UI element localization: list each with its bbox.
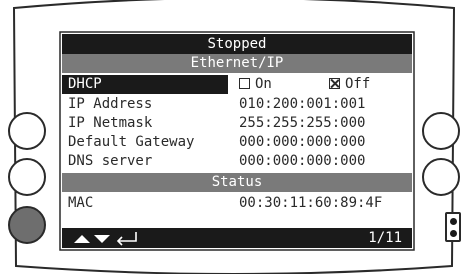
ip-netmask-row[interactable]: IP Netmask 255:255:255:000 <box>62 114 412 133</box>
up-arrow-icon[interactable] <box>74 235 90 243</box>
mac-row: MAC 00:30:11:60:89:4F <box>62 194 412 213</box>
enter-icon[interactable] <box>116 232 137 246</box>
default-gateway-row[interactable]: Default Gateway 000:000:000:000 <box>62 133 412 152</box>
status-title: Stopped <box>62 34 412 54</box>
section-ethernet: Ethernet/IP <box>62 54 412 73</box>
dhcp-on-option[interactable]: On <box>239 75 272 94</box>
ip-address-label: IP Address <box>68 96 153 112</box>
mac-label: MAC <box>68 195 94 211</box>
dns-server-label: DNS server <box>68 153 153 169</box>
footer-bar: 1/11 <box>62 228 412 248</box>
lcd-screen: Stopped Ethernet/IP DHCP On Off IP Addre… <box>62 34 412 248</box>
right-button-middle[interactable] <box>422 158 460 196</box>
dns-server-row[interactable]: DNS server 000:000:000:000 <box>62 152 412 171</box>
dns-server-value: 000:000:000:000 <box>239 153 366 169</box>
dhcp-label: DHCP <box>62 75 228 94</box>
indicator-dot-bottom <box>450 230 457 237</box>
left-button-top[interactable] <box>8 112 46 150</box>
page-indicator: 1/11 <box>368 230 402 246</box>
section-status: Status <box>62 173 412 192</box>
footer-nav <box>74 232 137 246</box>
default-gateway-label: Default Gateway <box>68 134 195 150</box>
mac-value: 00:30:11:60:89:4F <box>239 195 383 211</box>
selector-indicator <box>445 212 461 242</box>
left-button-middle[interactable] <box>8 158 46 196</box>
ip-netmask-label: IP Netmask <box>68 115 153 131</box>
down-arrow-icon[interactable] <box>94 235 110 243</box>
ip-address-row[interactable]: IP Address 010:200:001:001 <box>62 95 412 114</box>
dhcp-row[interactable]: DHCP On Off <box>62 75 412 94</box>
default-gateway-value: 000:000:000:000 <box>239 134 366 150</box>
dhcp-off-label: Off <box>345 76 371 92</box>
ip-netmask-value: 255:255:255:000 <box>239 115 366 131</box>
ip-address-value: 010:200:001:001 <box>239 96 366 112</box>
dhcp-on-label: On <box>255 76 272 92</box>
right-button-top[interactable] <box>422 112 460 150</box>
dhcp-off-option[interactable]: Off <box>329 75 370 94</box>
left-button-bottom[interactable] <box>8 206 46 244</box>
on-checkbox-icon[interactable] <box>239 78 250 89</box>
indicator-dot-top <box>450 218 457 225</box>
off-checkbox-icon[interactable] <box>329 78 340 89</box>
